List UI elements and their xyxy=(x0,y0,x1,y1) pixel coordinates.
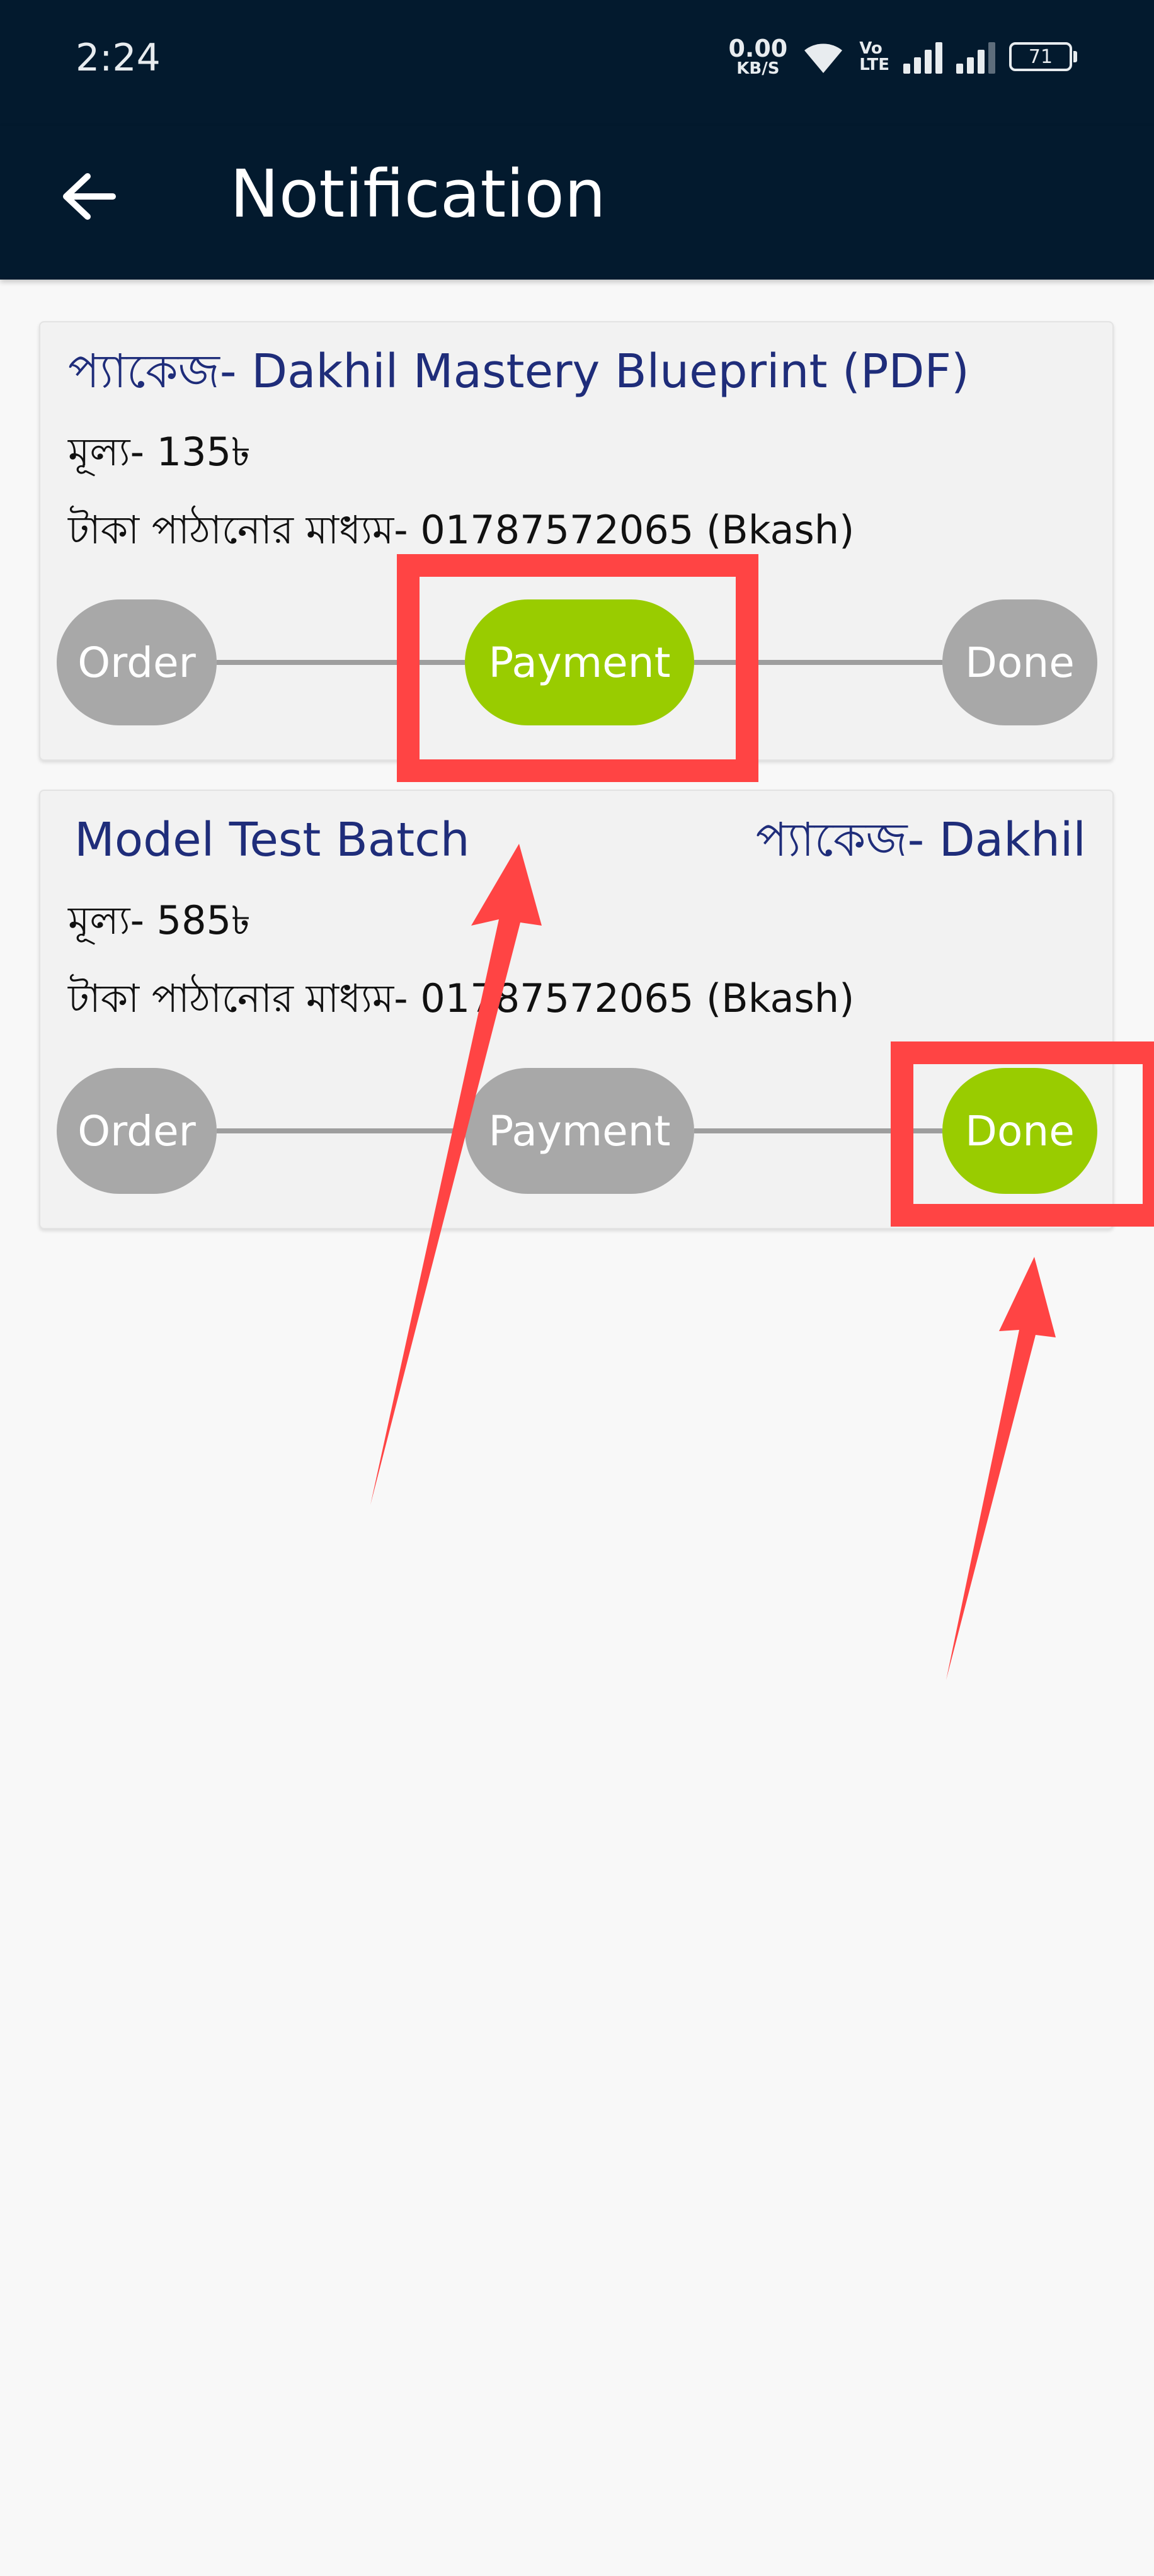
step-done: Done xyxy=(942,599,1097,725)
status-bar: 2:24 0.00 KB/S Vo LTE 71 xyxy=(0,0,1154,126)
volte-icon: Vo LTE xyxy=(859,40,889,73)
signal-icon xyxy=(956,40,995,74)
app-bar: Notification xyxy=(0,126,1154,280)
step-order: Order xyxy=(57,599,217,725)
step-payment: Payment xyxy=(465,599,694,725)
signal-icon xyxy=(903,40,942,74)
price-text: মূল্য- 585৳ xyxy=(68,897,251,943)
step-payment: Payment xyxy=(465,1068,694,1194)
network-speed: 0.00 KB/S xyxy=(728,37,787,77)
network-speed-unit: KB/S xyxy=(736,59,780,78)
payment-method-text: টাকা পাঠানোর মাধ্যম- 01787572065 (Bkash) xyxy=(68,507,855,553)
back-button[interactable] xyxy=(50,159,126,234)
page-title: Notification xyxy=(230,156,606,232)
order-progress: Order Payment Done xyxy=(57,1068,1097,1194)
network-speed-value: 0.00 xyxy=(728,35,788,62)
battery-level: 71 xyxy=(1028,45,1053,68)
arrow-left-icon xyxy=(63,173,116,220)
notification-card[interactable]: প্যাকেজ- Dakhil Mastery Blueprint (PDF) … xyxy=(39,321,1114,761)
notification-card[interactable]: Model Test Batch প্যাকেজ- Dakhil মূল্য- … xyxy=(39,790,1114,1229)
progress-line xyxy=(694,660,942,665)
progress-line xyxy=(217,1128,465,1133)
arrow-icon xyxy=(946,1257,1056,1680)
payment-method-text: টাকা পাঠানোর মাধ্যম- 01787572065 (Bkash) xyxy=(68,975,855,1021)
package-title: প্যাকেজ- Dakhil xyxy=(755,813,1086,867)
volte-label-top: Vo xyxy=(859,39,883,58)
status-icons: 0.00 KB/S Vo LTE 71 xyxy=(728,37,1077,77)
batch-title: Model Test Batch xyxy=(74,813,470,867)
step-order: Order xyxy=(57,1068,217,1194)
order-progress: Order Payment Done xyxy=(57,599,1097,725)
step-done: Done xyxy=(942,1068,1097,1194)
volte-label-bottom: LTE xyxy=(859,55,889,74)
price-text: মূল্য- 135৳ xyxy=(68,429,251,475)
progress-line xyxy=(694,1128,942,1133)
progress-line xyxy=(217,660,465,665)
wifi-icon xyxy=(804,43,843,73)
package-title: প্যাকেজ- Dakhil Mastery Blueprint (PDF) xyxy=(68,344,969,399)
status-time: 2:24 xyxy=(76,36,161,80)
battery-icon: 71 xyxy=(1009,42,1077,71)
